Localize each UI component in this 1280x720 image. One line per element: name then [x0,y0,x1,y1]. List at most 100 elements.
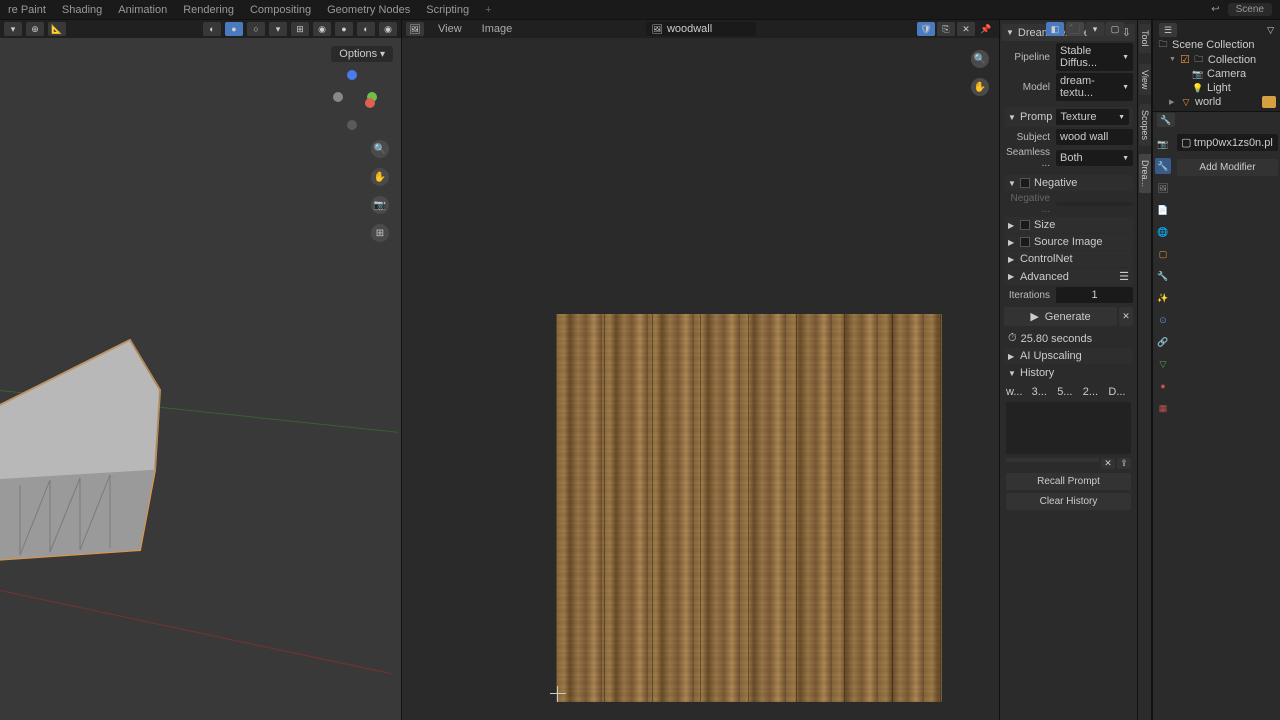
negative-input[interactable] [1056,202,1133,206]
workspace-tab[interactable]: Geometry Nodes [327,4,410,16]
history-remove-button[interactable]: ✕ [1101,458,1115,469]
output-tab-icon[interactable]: 🔧 [1155,158,1171,174]
properties-type-icon[interactable]: 🔧 [1157,113,1175,127]
viewport-shading-icon[interactable]: ● [225,22,243,36]
history-export-button[interactable]: ⇪ [1117,458,1131,469]
render-tab-icon[interactable]: 📷 [1155,136,1171,152]
image-editor[interactable]: 🖼 View Image 🖼 woodwall 🛡 ⎘ ✕ 📌 🔍 ✋ ↖ [402,20,1000,720]
model-dropdown[interactable]: dream-textu...▼ [1056,73,1133,101]
workspace-tab[interactable]: Shading [62,4,102,16]
history-section[interactable]: ▼ History [1004,365,1133,381]
zoom-icon[interactable]: 🔍 [971,50,989,68]
unlink-icon[interactable]: ✕ [957,22,975,36]
viewport-shading-icon[interactable]: ○ [247,22,265,36]
source-image-section[interactable]: ▶ Source Image [1004,234,1133,250]
physics-tab-icon[interactable]: ⊙ [1155,312,1171,328]
pin-icon[interactable]: 📌 [977,22,995,36]
workspace-tab[interactable]: Rendering [183,4,234,16]
viewport-wire-icon[interactable]: ◉ [313,22,331,36]
color-icon[interactable]: ⬛ [1066,22,1084,36]
controlnet-section[interactable]: ▶ ControlNet [1004,251,1133,267]
pivot-icon[interactable]: ⊕ [26,22,44,36]
viewport-solid-icon[interactable]: ● [335,22,353,36]
gizmo-x-axis[interactable] [365,98,375,108]
ai-upscaling-section[interactable]: ▶ AI Upscaling [1004,348,1133,364]
subject-input[interactable]: wood wall [1056,129,1133,145]
collection-item[interactable]: ▼ ☑ 🗀 Collection [1155,52,1278,67]
modifier-tab-icon[interactable]: 🔧 [1155,268,1171,284]
scopes-tab[interactable]: Scopes [1139,104,1151,146]
display-channels-icon[interactable]: ◧ [1046,22,1064,36]
image-menu[interactable]: Image [476,23,519,35]
duplicate-icon[interactable]: ⎘ [937,22,955,36]
snap-icon[interactable]: 📐 [48,22,66,36]
particle-tab-icon[interactable]: ✨ [1155,290,1171,306]
scene-tab-icon[interactable]: 📄 [1155,202,1171,218]
size-checkbox[interactable] [1020,220,1030,230]
mesh-object[interactable] [0,330,180,580]
source-image-checkbox[interactable] [1020,237,1030,247]
viewport-overlay-icon[interactable]: ◐ [203,22,221,36]
add-modifier-button[interactable]: Add Modifier [1177,159,1278,176]
generate-button[interactable]: ▶ Generate [1004,307,1117,326]
object-tab-icon[interactable]: ▢ [1155,246,1171,262]
editor-type-icon[interactable]: ▾ [4,22,22,36]
constraint-tab-icon[interactable]: 🔗 [1155,334,1171,350]
viewport-render-icon[interactable]: ◉ [379,22,397,36]
2d-cursor[interactable] [550,686,566,702]
iterations-input[interactable]: 1 [1056,287,1133,303]
object-name-field[interactable]: ▢ tmp0wx1zs0n.pl [1177,134,1278,151]
scene-collection-item[interactable]: 🗀 Scene Collection [1155,38,1278,52]
viewport-shading-icon[interactable]: ▾ [269,22,287,36]
workspace-tab[interactable]: Animation [118,4,167,16]
slot-icon[interactable]: ▢ [1106,22,1124,36]
workspace-tab[interactable]: Scripting [426,4,469,16]
tool-tab[interactable]: Tool [1139,24,1151,53]
gizmo-z-axis[interactable] [347,70,357,80]
camera-item[interactable]: 📷 Camera [1155,67,1278,81]
viewlayer-tab-icon[interactable]: 🖼 [1155,180,1171,196]
back-icon[interactable]: ↩ [1211,4,1219,15]
add-workspace-icon[interactable]: + [485,4,491,16]
workspace-tab[interactable]: Compositing [250,4,311,16]
gizmo-center[interactable] [333,92,343,102]
world-item[interactable]: ▶ ▽ world [1155,95,1278,109]
material-tab-icon[interactable]: ● [1155,378,1171,394]
dream-tab[interactable]: Drea... [1139,154,1151,193]
3d-viewport[interactable]: ▾ ⊕ 📐 ◐ ● ○ ▾ ⊞ ◉ ● ◐ ◉ Options ▾ 🔍 ✋ 📷 [0,20,402,720]
view-menu[interactable]: View [432,23,468,35]
history-slider[interactable] [1006,458,1099,462]
viewport-gizmo-icon[interactable]: ⊞ [291,22,309,36]
shield-icon[interactable]: 🛡 [917,22,935,36]
alpha-icon[interactable]: ▾ [1086,22,1104,36]
recall-prompt-button[interactable]: Recall Prompt [1006,473,1131,490]
history-list[interactable] [1006,402,1131,454]
pan-icon[interactable]: ✋ [371,168,389,186]
outliner-type-icon[interactable]: ☰ [1159,23,1177,37]
checkbox-icon[interactable]: ☑ [1180,53,1190,66]
zoom-icon[interactable]: 🔍 [371,140,389,158]
workspace-tab[interactable]: re Paint [8,4,46,16]
negative-section[interactable]: ▼ Negative [1004,175,1133,191]
clear-history-button[interactable]: Clear History [1006,493,1131,510]
light-item[interactable]: 💡 Light [1155,81,1278,95]
image-name-field[interactable]: 🖼 woodwall [646,22,756,36]
cancel-button[interactable]: ✕ [1119,307,1133,326]
gizmo-neg-axis[interactable] [347,120,357,130]
editor-type-icon[interactable]: 🖼 [406,22,424,36]
advanced-section[interactable]: ▶ Advanced ☰ [1004,268,1133,285]
pan-icon[interactable]: ✋ [971,78,989,96]
texture-tab-icon[interactable]: ▦ [1155,400,1171,416]
options-dropdown[interactable]: Options ▾ [331,46,393,62]
filter-icon[interactable]: ▽ [1267,25,1274,36]
scene-field[interactable]: Scene [1228,3,1272,16]
perspective-icon[interactable]: ⊞ [371,224,389,242]
size-section[interactable]: ▶ Size [1004,217,1133,233]
data-tab-icon[interactable]: ▽ [1155,356,1171,372]
camera-icon[interactable]: 📷 [371,196,389,214]
prompt-type-dropdown[interactable]: Texture▼ [1056,109,1129,125]
list-icon[interactable]: ☰ [1119,270,1129,283]
seamless-dropdown[interactable]: Both▼ [1056,150,1133,166]
view-tab[interactable]: View [1139,64,1151,95]
navigation-gizmo[interactable] [329,70,377,130]
